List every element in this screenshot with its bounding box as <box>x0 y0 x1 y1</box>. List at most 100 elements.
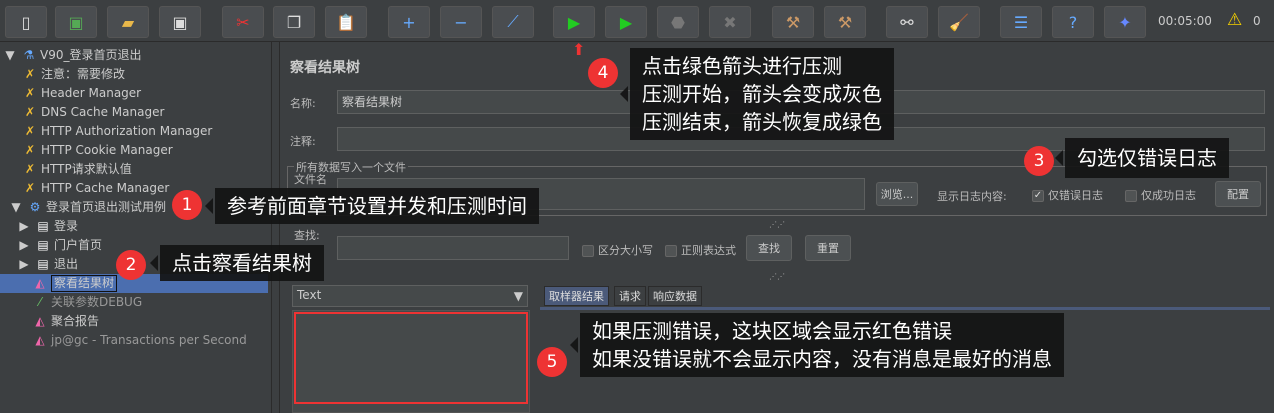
clear-all-button[interactable]: ⚒ <box>824 6 866 38</box>
arrow-up-icon: ⬆ <box>572 40 586 59</box>
listener-icon: ◭ <box>35 333 45 347</box>
tree-item[interactable]: ✗ Header Manager <box>22 84 141 103</box>
start-icon: ▶ <box>567 12 581 32</box>
annotation-callout: 点击绿色箭头进行压测 压测开始，箭头会变成灰色 压测结束，箭头恢复成绿色 <box>620 48 894 140</box>
warning-icon: ⚠ <box>1227 10 1243 30</box>
new-icon: ▯ <box>21 12 31 32</box>
expand-button[interactable]: + <box>388 6 430 38</box>
new-button[interactable]: ▯ <box>5 6 47 38</box>
tab-response-data[interactable]: 响应数据 <box>648 286 702 306</box>
tree-item[interactable]: ◭ 聚合报告 <box>32 312 99 331</box>
find-button[interactable]: 查找 <box>746 235 792 261</box>
regex-checkbox[interactable]: 正则表达式 <box>665 242 736 258</box>
templates-button[interactable]: ▣ <box>55 6 97 38</box>
errors-only-checkbox[interactable]: ✓ 仅错误日志 <box>1032 187 1103 203</box>
search-button[interactable]: ⚯ <box>886 6 928 38</box>
configure-button[interactable]: 配置 <box>1215 181 1261 207</box>
comment-label: 注释: <box>290 135 316 148</box>
toolbar: ▯ ▣ ▰ ▣ ✂ ❐ 📋 + − ⟋ ▶ ▶ ⬣ ✖ ⚒ ⚒ ⚯ 🧹 ☰ ? … <box>0 0 1274 42</box>
help-icon: ? <box>1068 12 1078 32</box>
filename-label: 文件名 <box>294 173 327 186</box>
clear-button[interactable]: ⚒ <box>772 6 814 38</box>
tree-item[interactable]: ✗ 注意：需要修改 <box>22 65 125 84</box>
tree-item[interactable]: ✗ HTTP请求默认值 <box>22 160 132 179</box>
tree-item-thread-group[interactable]: ▼ ⚙ 登录首页退出测试用例 <box>8 198 166 217</box>
remote-icon: ✦ <box>1118 12 1132 32</box>
annotation-callout: 勾选仅错误日志 <box>1055 138 1229 178</box>
wrench-icon: ✗ <box>24 86 36 100</box>
annotation-badge: 2 <box>116 250 146 280</box>
paste-button[interactable]: 📋 <box>325 6 367 38</box>
success-only-checkbox[interactable]: 仅成功日志 <box>1125 187 1196 203</box>
start-no-pause-icon: ▶ <box>619 12 633 32</box>
annotation-badge: 3 <box>1024 146 1054 176</box>
elapsed-timer: 00:05:00 <box>1158 14 1212 28</box>
shutdown-button[interactable]: ✖ <box>709 6 751 38</box>
dropper-icon: ⁄ <box>38 295 41 309</box>
collapse-button[interactable]: − <box>440 6 482 38</box>
function-helper-button[interactable]: ☰ <box>1000 6 1042 38</box>
toggle-icon: ⟋ <box>507 12 519 31</box>
stop-button[interactable]: ⬣ <box>657 6 699 38</box>
tree-item[interactable]: ✗ HTTP Cookie Manager <box>22 141 173 160</box>
tree-item[interactable]: ✗ HTTP Authorization Manager <box>22 122 212 141</box>
annotation-badge: 5 <box>537 347 567 377</box>
clear-icon: ⚒ <box>785 12 801 32</box>
tree-item[interactable]: ◭ jp@gc - Transactions per Second <box>32 331 246 350</box>
annotation-callout: 参考前面章节设置并发和压测时间 <box>205 188 539 224</box>
page-title: 察看结果树 <box>290 60 360 76</box>
renderer-select[interactable]: Text ▼ <box>292 285 528 307</box>
reset-search-button[interactable]: 🧹 <box>938 6 980 38</box>
templates-icon: ▣ <box>68 12 84 32</box>
tab-request[interactable]: 请求 <box>614 286 646 306</box>
open-icon: ▰ <box>121 12 135 32</box>
start-button[interactable]: ▶ <box>553 6 595 38</box>
reset-search-icon: 🧹 <box>949 12 969 32</box>
save-icon: ▣ <box>172 12 188 32</box>
test-plan-tree: ▼ ⚗ V90_登录首页退出 ✗ 注意：需要修改 ✗ Header Manager ✗ D… <box>0 42 272 413</box>
tree-item[interactable]: ▶ ▤ 门户首页 <box>16 236 102 255</box>
name-label: 名称: <box>290 97 316 110</box>
clear-all-icon: ⚒ <box>837 12 853 32</box>
listener-icon: ◭ <box>35 276 45 290</box>
remote-button[interactable]: ✦ <box>1104 6 1146 38</box>
search-input[interactable] <box>337 236 569 260</box>
tree-item[interactable]: ▶ ▤ 登录 <box>16 217 78 236</box>
browse-button[interactable]: 浏览... <box>876 182 918 206</box>
warning-count[interactable]: 0 <box>1253 14 1261 28</box>
wrench-icon: ✗ <box>24 181 36 195</box>
copy-button[interactable]: ❐ <box>273 6 315 38</box>
controller-icon: ▤ <box>37 238 49 252</box>
highlight-box <box>294 312 528 404</box>
start-no-pause-button[interactable]: ▶ <box>605 6 647 38</box>
listener-icon: ◭ <box>35 314 45 328</box>
cut-icon: ✂ <box>236 12 250 32</box>
help-button[interactable]: ? <box>1052 6 1094 38</box>
tab-sampler-result[interactable]: 取样器结果 <box>544 286 609 306</box>
reset-button[interactable]: 重置 <box>805 235 851 261</box>
expand-icon: + <box>402 12 416 32</box>
splitter[interactable] <box>272 42 280 413</box>
search-label: 查找: <box>294 229 320 242</box>
annotation-callout: 如果压测错误，这块区域会显示红色错误 如果没错误就不会显示内容，没有消息是最好的消… <box>570 313 1064 377</box>
toggle-button[interactable]: ⟋ <box>492 6 534 38</box>
save-button[interactable]: ▣ <box>159 6 201 38</box>
tree-item[interactable]: ✗ HTTP Cache Manager <box>22 179 169 198</box>
wrench-icon: ✗ <box>24 67 36 81</box>
flask-icon: ⚗ <box>23 48 35 62</box>
annotation-callout: 点击察看结果树 <box>150 245 324 281</box>
shutdown-icon: ✖ <box>723 12 737 32</box>
stop-icon: ⬣ <box>671 12 685 32</box>
cut-button[interactable]: ✂ <box>222 6 264 38</box>
tree-item[interactable]: ▶ ▤ 退出 <box>16 255 78 274</box>
case-sensitive-checkbox[interactable]: 区分大小写 <box>582 242 653 258</box>
tree-item[interactable]: ⁄ 关联参数DEBUG <box>32 293 142 312</box>
function-helper-icon: ☰ <box>1013 12 1029 32</box>
log-content-label: 显示日志内容: <box>937 190 1007 203</box>
tree-item[interactable]: ✗ DNS Cache Manager <box>22 103 164 122</box>
wrench-icon: ✗ <box>24 124 36 138</box>
open-button[interactable]: ▰ <box>107 6 149 38</box>
controller-icon: ▤ <box>37 219 49 233</box>
tree-item-test-plan[interactable]: ▼ ⚗ V90_登录首页退出 <box>2 46 141 65</box>
split-handle[interactable]: ⋰⋰ <box>280 273 1274 281</box>
